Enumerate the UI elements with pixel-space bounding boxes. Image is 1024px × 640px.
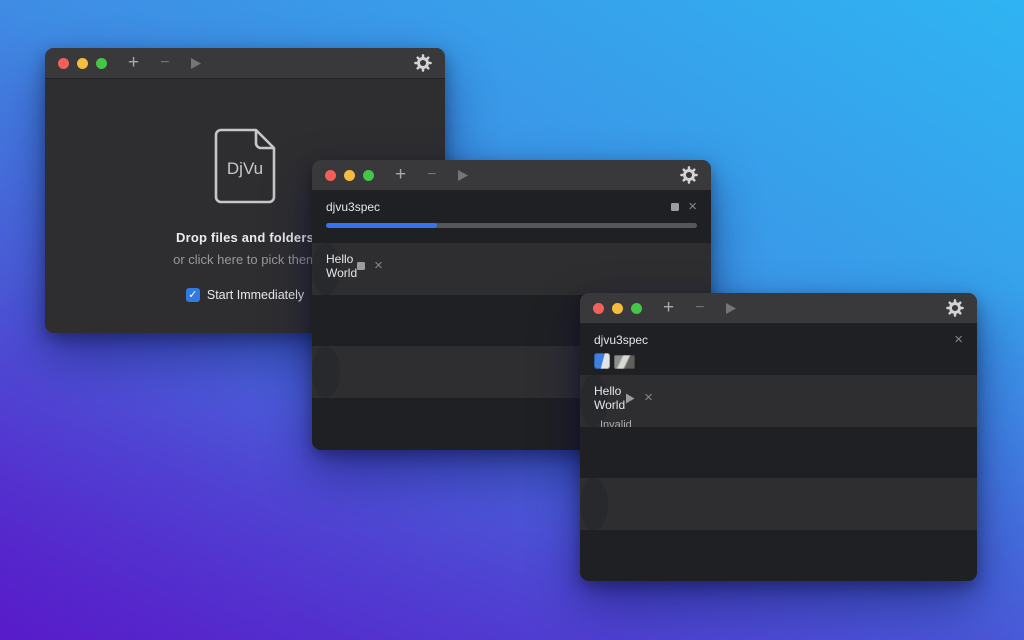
start-all-button[interactable]: [190, 57, 202, 70]
empty-row: [580, 478, 608, 529]
image-thumbnail[interactable]: [614, 355, 635, 369]
drop-subtitle: or click here to pick them: [173, 252, 317, 267]
settings-button[interactable]: [414, 54, 432, 72]
titlebar: + −: [45, 48, 445, 79]
add-files-button[interactable]: +: [395, 161, 406, 189]
file-name: djvu3spec: [326, 200, 380, 214]
file-icon-label: DjVu: [227, 159, 263, 178]
zoom-window-button[interactable]: [363, 170, 374, 181]
play-icon: [457, 169, 469, 182]
settings-button[interactable]: [946, 299, 964, 317]
results-window: + − djvu3spec ×: [580, 293, 977, 581]
result-row-djvu3spec: djvu3spec ×: [580, 324, 977, 375]
zoom-window-button[interactable]: [96, 58, 107, 69]
conversion-row-djvu3spec: djvu3spec ×: [312, 191, 711, 243]
titlebar: + −: [580, 293, 977, 324]
result-row-hello-world: Hello World × Invalid File Format: [580, 375, 608, 426]
results-list: djvu3spec × Hello World ×: [580, 324, 977, 581]
play-icon: [625, 393, 635, 404]
finder-file-thumbnail[interactable]: [594, 353, 610, 369]
play-icon: [725, 302, 737, 315]
traffic-lights: [58, 58, 107, 69]
start-immediately-checkbox[interactable]: ✓: [186, 288, 200, 302]
start-all-button[interactable]: [457, 169, 469, 182]
empty-row: [580, 427, 977, 478]
add-files-button[interactable]: +: [128, 49, 139, 77]
start-all-button[interactable]: [725, 302, 737, 315]
close-icon[interactable]: ×: [688, 202, 697, 212]
zoom-window-button[interactable]: [631, 303, 642, 314]
minimize-window-button[interactable]: [77, 58, 88, 69]
add-files-button[interactable]: +: [663, 294, 674, 322]
remove-button[interactable]: −: [427, 161, 436, 189]
minimize-window-button[interactable]: [344, 170, 355, 181]
start-immediately-option[interactable]: ✓ Start Immediately: [186, 288, 304, 302]
output-thumbnails: [594, 353, 963, 369]
gear-icon: [414, 54, 432, 72]
gear-icon: [680, 166, 698, 184]
file-name: Hello World: [326, 252, 357, 280]
titlebar: + −: [312, 160, 711, 191]
retry-button[interactable]: [625, 393, 635, 404]
traffic-lights: [325, 170, 374, 181]
close-icon[interactable]: ×: [644, 393, 653, 403]
minimize-window-button[interactable]: [612, 303, 623, 314]
checkmark-icon: ✓: [188, 290, 197, 301]
empty-row: [312, 346, 340, 398]
settings-button[interactable]: [680, 166, 698, 184]
close-window-button[interactable]: [58, 58, 69, 69]
drop-title: Drop files and folders: [176, 230, 314, 245]
close-window-button[interactable]: [325, 170, 336, 181]
close-icon[interactable]: ×: [954, 335, 963, 345]
gear-icon: [946, 299, 964, 317]
djvu-file-icon: DjVu: [213, 127, 277, 205]
start-immediately-label: Start Immediately: [207, 288, 304, 302]
traffic-lights: [593, 303, 642, 314]
progress-fill: [326, 223, 437, 228]
close-icon[interactable]: ×: [374, 261, 383, 271]
conversion-row-hello-world: Hello World ×: [312, 243, 340, 295]
progress-bar: [326, 223, 697, 228]
stop-icon[interactable]: [357, 262, 365, 270]
stop-icon[interactable]: [671, 203, 679, 211]
file-name: Hello World: [594, 384, 625, 412]
empty-row: [580, 530, 977, 581]
play-icon: [190, 57, 202, 70]
close-window-button[interactable]: [593, 303, 604, 314]
remove-button[interactable]: −: [695, 294, 704, 322]
file-name: djvu3spec: [594, 333, 648, 347]
remove-button[interactable]: −: [160, 49, 169, 77]
